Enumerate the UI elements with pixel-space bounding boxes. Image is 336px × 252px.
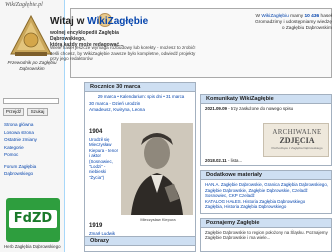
nav-item-help[interactable]: Pomoc (4, 151, 60, 159)
extra-materials-header: Dodatkowe materiały (201, 171, 331, 180)
nav-item-categories[interactable]: Kategorie (4, 144, 60, 152)
news-item-1-date: 2021.09.09 (205, 106, 227, 111)
welcome-title-link[interactable]: WikiZagłębie (87, 16, 148, 27)
news-box: Komunikaty WikiZagłębie 2021.09.09 - trz… (200, 94, 332, 166)
photo-caption: Mieczysław Kiepura (140, 217, 176, 222)
sidebar-nav: Strona główna Losowa strona Ostatnie zmi… (4, 121, 60, 178)
year-1904-text[interactable]: Urodził się Mieczysław Kiepura - tenor i… (89, 137, 119, 180)
stats-mid: mamy (288, 14, 305, 19)
archive-line3: Pochodzące z Zagłębia Dąbrowskiego (271, 146, 323, 150)
site-logo-icon[interactable] (9, 14, 53, 58)
anniversaries-date-text[interactable]: 30 marca - Dzień urodzin Amadeusz, Kwiry… (89, 101, 149, 112)
fdzd-caption[interactable]: Herb Zagłębia Dąbrowskiego (4, 244, 61, 249)
year-1904: 1904 (89, 129, 103, 135)
go-button[interactable]: Przejdź (3, 108, 24, 116)
welcome-subtitle-line1: wolnej encyklopedii Zagłębia Dąbrowskieg… (50, 30, 119, 42)
site-name[interactable]: WikiZagłębie.pl (5, 2, 43, 8)
article-count[interactable]: 10 436 (305, 14, 320, 19)
images-box: Obrazy (84, 236, 196, 252)
year-1919: 1919 (89, 223, 103, 229)
search-button[interactable]: Szukaj (27, 108, 48, 116)
archive-line1: ARCHIWALNE (272, 128, 322, 136)
welcome-text: Wiele haseł jeszcze wymaga rozbudowy lub… (50, 45, 196, 62)
anniversaries-header: Rocznice 30 marca (85, 83, 195, 92)
news-item-1: 2021.09.09 - trzy zasłużone do nowego sp… (205, 106, 329, 111)
stats-link[interactable]: WikiZagłębiu (261, 14, 288, 19)
extra-materials-list: HAN.A. Zagłębie Dąbrowskie, Granica Zagł… (205, 182, 329, 210)
nav-item-portal-2[interactable]: Dąbrowskiego (4, 170, 60, 178)
discover-header: Poznajemy Zagłębie (201, 219, 331, 228)
search-input[interactable] (3, 98, 59, 104)
nav-item-main-page[interactable]: Strona główna (4, 121, 60, 129)
stats: W WikiZagłębiu mamy 10 436 haseł Gromadz… (224, 14, 332, 32)
discover-box: Poznajemy Zagłębie Zagłębie Dąbrowskie t… (200, 218, 332, 252)
news-item-2-text[interactable]: - lista... (227, 158, 242, 163)
nav-item-recent-changes[interactable]: Ostatnie zmiany (4, 136, 60, 144)
news-item-1-text[interactable]: - trzy zasłużone do nowego spisu (227, 106, 293, 111)
news-item-2-date: 2018.02.11 (205, 158, 227, 163)
discover-text: Zagłębie Dąbrowskie to region położony n… (205, 230, 328, 241)
nav-item-random[interactable]: Losowa strona (4, 129, 60, 137)
news-header: Komunikaty WikiZagłębie (201, 95, 331, 104)
stats-line3: o Zagłębiu Dąbrowskim (281, 26, 332, 31)
welcome-title-prefix: Witaj w (50, 16, 88, 27)
archive-banner[interactable]: ARCHIWALNE ZDJĘCIA Pochodzące z Zagłębia… (263, 123, 329, 157)
extra-line-5[interactable]: Zagłębia, Historia Zagłębia Dąbrowskiego (205, 204, 329, 210)
fdzd-label: FdZD (9, 210, 57, 228)
anniversaries-box: Rocznice 30 marca 29 marca • Kalendarium… (84, 82, 196, 252)
fdzd-banner[interactable]: FdZD (6, 198, 60, 242)
extra-materials-box: Dodatkowe materiały HAN.A. Zagłębie Dąbr… (200, 170, 332, 214)
archive-line2: ZDJĘCIA (279, 136, 315, 145)
nav-item-portal[interactable]: Forum Zagłębia (4, 163, 60, 171)
images-header: Obrazy (85, 237, 195, 246)
anniversaries-nav[interactable]: 29 marca • Kalendarium: spis dni • 31 ma… (89, 94, 193, 99)
welcome-title: Witaj w WikiZagłębie (50, 16, 148, 27)
news-item-2: 2018.02.11 - lista... (205, 158, 242, 163)
stats-suffix: haseł (319, 14, 332, 19)
extra-line-1[interactable]: HAN.A. Zagłębie Dąbrowskie, Granica Zagł… (205, 182, 329, 188)
kiepura-photo[interactable] (121, 123, 193, 215)
